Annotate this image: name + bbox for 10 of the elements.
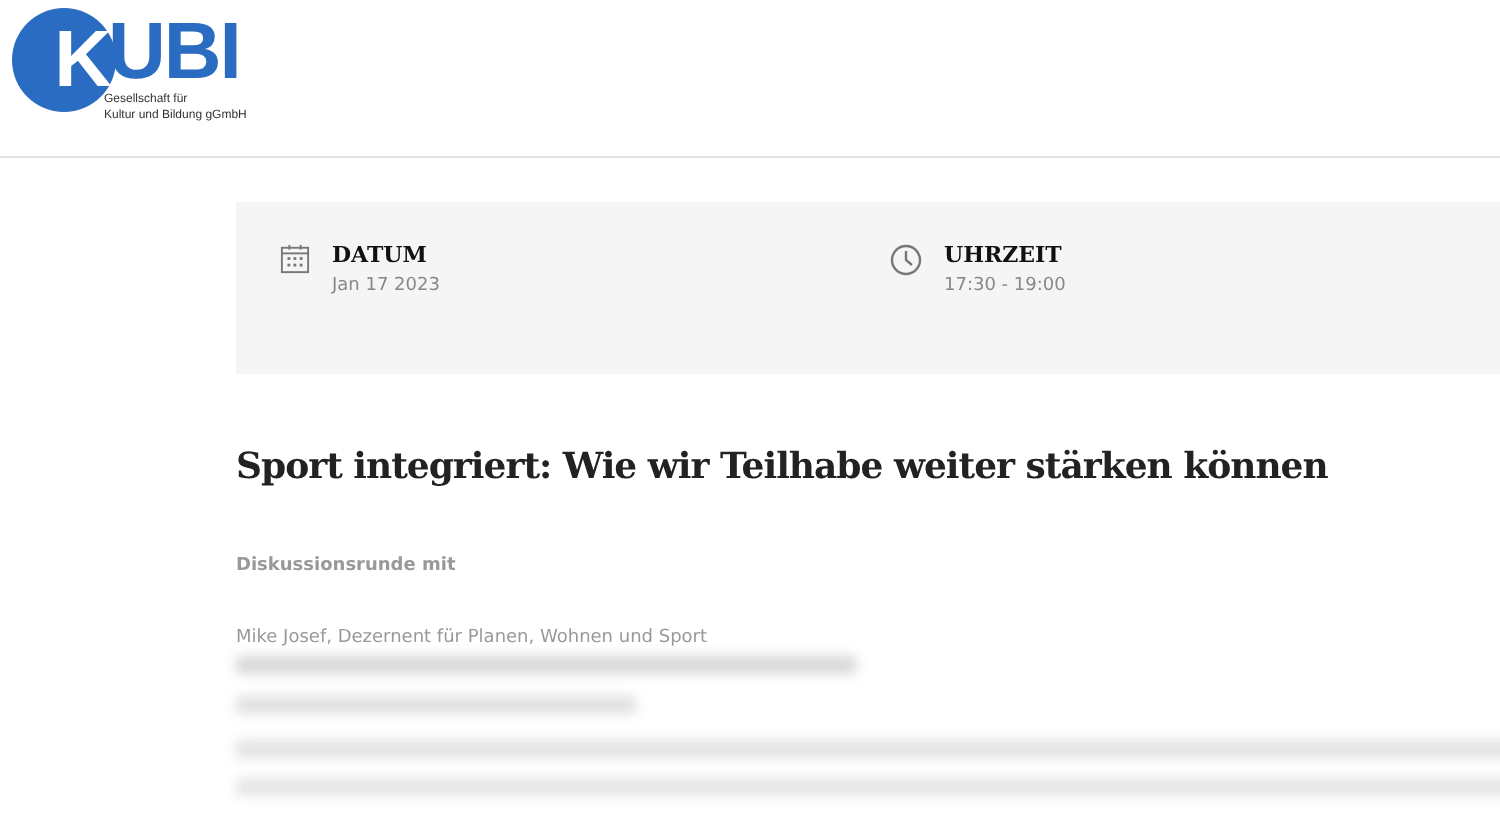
event-title: Sport integriert: Wie wir Teilhabe weiter stärken können [236, 446, 1330, 488]
logo-wordmark: UBI [108, 12, 240, 92]
info-value: 17:30 - 19:00 [944, 276, 1066, 296]
intro-text: Diskussionsrunde mit [236, 556, 458, 576]
body-text: Mike Josef, Dezernent für Planen, Wohnen und Sport [236, 628, 710, 648]
info-value: Jan 17 2023 [332, 276, 440, 296]
info-label: DATUM [332, 242, 429, 268]
info-label: UHRZEIT [944, 242, 1064, 268]
calendar-icon [280, 244, 310, 274]
clock-icon [890, 244, 922, 276]
